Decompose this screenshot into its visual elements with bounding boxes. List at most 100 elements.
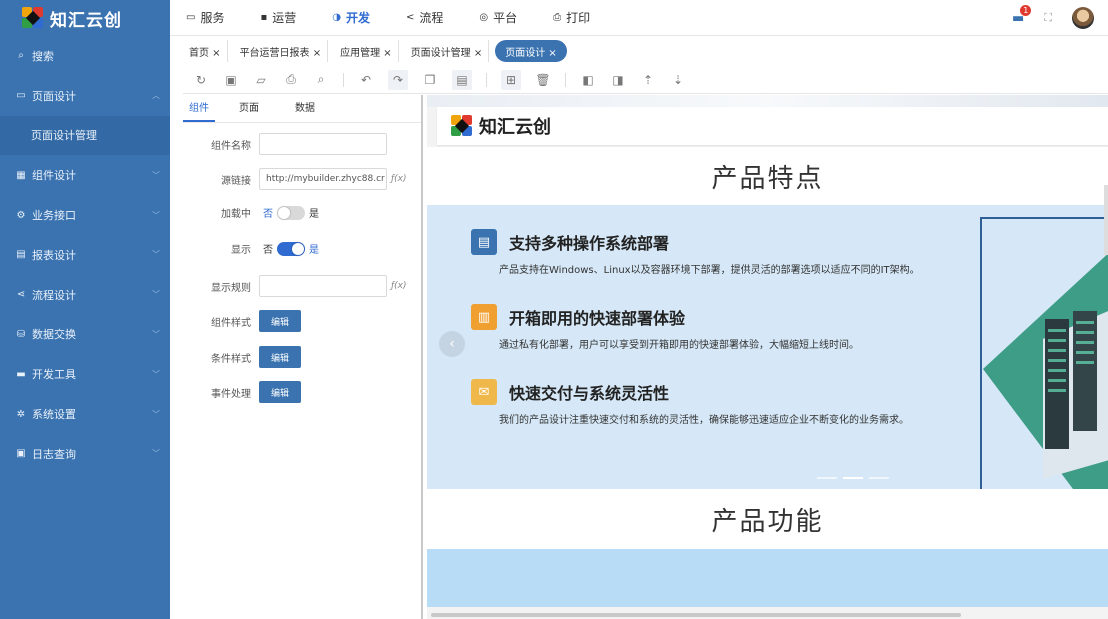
chat-icon: ▤ <box>471 229 497 255</box>
avatar[interactable] <box>1072 7 1094 29</box>
nav-icon: ◎ <box>479 12 489 23</box>
gear-icon: ✲ <box>16 408 26 420</box>
vertical-scrollbar[interactable] <box>1104 185 1108 255</box>
feature-head: ▤ 支持多种操作系统部署 <box>471 229 991 255</box>
clipboard-icon: ▤ <box>16 249 26 261</box>
chevron-down-icon: ﹀ <box>152 290 160 300</box>
top-nav-label: 流程 <box>419 11 444 25</box>
paste-icon[interactable]: ▤ <box>452 69 472 90</box>
save-icon[interactable]: ▣ <box>223 72 239 88</box>
top-nav-item[interactable]: ◎ 平台 <box>479 9 517 26</box>
undo-icon[interactable]: ↶ <box>358 72 374 88</box>
formula-icon[interactable]: ƒ(x) <box>391 174 407 184</box>
fullscreen-icon[interactable]: ⛶ <box>1044 11 1052 25</box>
formula-icon[interactable]: ƒ(x) <box>391 281 407 291</box>
visible-label: 显示 <box>231 245 251 256</box>
component-name-input[interactable] <box>259 133 387 155</box>
top-nav-item[interactable]: < 流程 <box>406 9 443 26</box>
functions-title: 产品功能 <box>711 506 824 537</box>
sidebar-item[interactable]: 页面设计管理 <box>0 115 170 156</box>
sidebar-item[interactable]: ▭ 页面设计 ︿ <box>0 76 170 116</box>
page-tab[interactable]: 应用管理 × <box>334 40 399 62</box>
design-canvas[interactable]: 知汇云创 产品特点 ▤ 支持多种操作系统部署 产品支持在Windows、Linux以… <box>427 95 1108 619</box>
app-root: 知汇云创 ⌕ 搜索 ▭ 页面设计 ︿ 页面设计管理 ▦ 组件设计 ﹀ ⚙ 业务接口 ﹀ ▤ 报表设计 ﹀ ⋖ 流… <box>0 0 1108 619</box>
top-nav-items: ▭ 服务 ▪ 运营 ◑ 开发 < 流程 ◎ 平台 ⎙ 打印 <box>186 9 626 26</box>
print-icon[interactable]: ⎙ <box>283 72 299 88</box>
plug-icon: ⚙ <box>16 209 26 221</box>
top-nav-item[interactable]: ▭ 服务 <box>186 9 224 26</box>
move-up-icon[interactable]: ⇡ <box>640 72 656 88</box>
component-name-row: 组件名称 <box>183 133 423 155</box>
insert-icon[interactable]: ⊞ <box>501 69 521 90</box>
panel-tab[interactable]: 页面 <box>227 95 271 122</box>
source-link-label: 源链接 <box>221 175 251 187</box>
sidebar-item-label: 日志查询 <box>32 447 76 461</box>
edit-condition-button[interactable]: 编辑 <box>259 346 301 368</box>
sidebar-item[interactable]: ▤ 报表设计 ﹀ <box>0 235 170 275</box>
toolbox-icon: ▬ <box>16 368 26 380</box>
top-nav-item[interactable]: ⎙ 打印 <box>553 9 590 26</box>
sidebar-item[interactable]: ⚙ 业务接口 ﹀ <box>0 195 170 235</box>
refresh-icon[interactable]: ↻ <box>193 72 209 88</box>
preview-brand: 知汇云创 <box>479 117 551 138</box>
page-tab[interactable]: 平台运营日报表 × <box>234 40 329 62</box>
sidebar-item-label: 开发工具 <box>32 368 76 382</box>
send-back-icon[interactable]: ◨ <box>610 72 626 88</box>
sidebar-item[interactable]: ⌕ 搜索 <box>0 36 170 76</box>
feature-carousel[interactable]: ▤ 支持多种操作系统部署 产品支持在Windows、Linux以及容器环境下部署，提… <box>427 205 1108 489</box>
delete-icon[interactable]: 🗑 <box>535 72 551 88</box>
features-heading-section: 产品特点 <box>427 147 1108 205</box>
page-tab[interactable]: 页面设计管理 × <box>405 40 490 62</box>
condition-style-label: 条件样式 <box>211 353 251 365</box>
grid-icon: ▦ <box>16 169 26 181</box>
nav-icon: ◑ <box>332 12 341 23</box>
visible-no-label: 否 <box>263 245 273 256</box>
page-tab[interactable]: 页面设计 × <box>495 40 567 62</box>
copy-icon[interactable]: ❐ <box>422 72 438 88</box>
preview-icon[interactable]: ⌕ <box>313 72 329 88</box>
carousel-prev-icon[interactable]: ‹ <box>439 331 465 357</box>
sidebar-menu: ⌕ 搜索 ▭ 页面设计 ︿ 页面设计管理 ▦ 组件设计 ﹀ ⚙ 业务接口 ﹀ ▤ 报表设计 ﹀ ⋖ 流程设计 ﹀ ⛁… <box>0 36 170 474</box>
sidebar-item[interactable]: ▣ 日志查询 ﹀ <box>0 434 170 474</box>
page-tab[interactable]: 首页 × <box>183 40 228 62</box>
chevron-down-icon: ﹀ <box>152 369 160 379</box>
app-logo[interactable]: 知汇云创 <box>0 0 170 36</box>
carousel-dots[interactable] <box>817 477 889 479</box>
nav-icon: ▭ <box>186 12 196 23</box>
top-nav: ▭ 服务 ▪ 运营 ◑ 开发 < 流程 ◎ 平台 ⎙ 打印 ▬ 1 ⛶ <box>170 0 1108 36</box>
horizontal-scrollbar[interactable] <box>431 613 961 617</box>
chevron-down-icon: ﹀ <box>152 329 160 339</box>
top-nav-item[interactable]: ◑ 开发 <box>332 9 370 26</box>
edit-event-button[interactable]: 编辑 <box>259 381 301 403</box>
display-rule-input[interactable] <box>259 275 387 297</box>
sidebar-item[interactable]: ✲ 系统设置 ﹀ <box>0 394 170 434</box>
source-link-input[interactable]: http://mybuilder.zhyc88.cr <box>259 168 387 190</box>
bring-front-icon[interactable]: ◧ <box>580 72 596 88</box>
functions-heading-section: 产品功能 <box>427 489 1108 549</box>
sidebar-item[interactable]: ▬ 开发工具 ﹀ <box>0 354 170 394</box>
chevron-down-icon: ﹀ <box>152 409 160 419</box>
nav-icon: < <box>406 12 415 23</box>
sidebar-item-label: 流程设计 <box>32 288 76 302</box>
open-folder-icon[interactable]: ▱ <box>253 72 269 88</box>
window-icon: ▭ <box>16 90 26 102</box>
loading-toggle[interactable] <box>277 205 305 220</box>
message-icon[interactable]: ▬ 1 <box>1012 4 1032 26</box>
chevron-down-icon: ﹀ <box>152 250 160 260</box>
log-icon: ▣ <box>16 448 26 460</box>
source-link-row: 源链接 http://mybuilder.zhyc88.cr ƒ(x) <box>183 168 423 190</box>
panel-tab[interactable]: 组件 <box>183 95 215 122</box>
chevron-down-icon: ﹀ <box>152 210 160 220</box>
top-nav-item[interactable]: ▪ 运营 <box>260 9 296 26</box>
component-name-label: 组件名称 <box>211 140 251 152</box>
feature-title: 快速交付与系统灵活性 <box>509 384 670 403</box>
visible-toggle[interactable] <box>277 241 305 256</box>
sidebar-item[interactable]: ⛁ 数据交换 ﹀ <box>0 315 170 355</box>
sidebar-item[interactable]: ▦ 组件设计 ﹀ <box>0 155 170 195</box>
sidebar-item-label: 页面设计管理 <box>31 129 97 143</box>
sidebar-item[interactable]: ⋖ 流程设计 ﹀ <box>0 275 170 315</box>
edit-style-button[interactable]: 编辑 <box>259 310 301 332</box>
panel-tab[interactable]: 数据 <box>283 95 327 122</box>
redo-icon[interactable]: ↷ <box>388 69 408 90</box>
move-down-icon[interactable]: ⇣ <box>670 72 686 88</box>
